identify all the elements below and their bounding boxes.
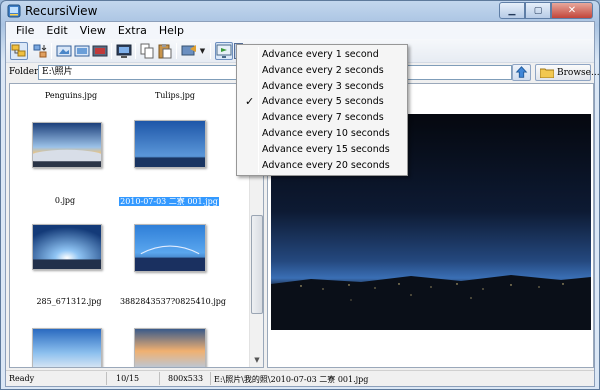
thumbnail-sun-rays (33, 225, 101, 269)
wallpaper-dropdown-arrow[interactable]: ▼ (198, 43, 207, 59)
browse-button[interactable]: Browse... (535, 64, 599, 81)
slideshow-interval-menu: Advance every 1 second Advance every 2 s… (236, 44, 408, 176)
thumbnail-image[interactable] (134, 224, 206, 272)
thumbnail-label-selected[interactable]: 2010-07-03 二寮 001.jpg (114, 196, 224, 207)
menu-help[interactable]: Help (153, 24, 190, 37)
recursiview-logo-icon (7, 4, 21, 18)
folder-label: Folder: (9, 67, 42, 77)
menu-item-advance-5s[interactable]: ✓ Advance every 5 seconds (239, 94, 405, 110)
thumbnail-image[interactable] (32, 122, 102, 168)
title-bar[interactable]: RecursiView ▁ ▢ ✕ (1, 1, 599, 21)
caption-buttons: ▁ ▢ ✕ (499, 2, 593, 20)
status-bar: Ready 10/15 800x533 E:\照片\我的照\2010-07-03… (6, 370, 594, 386)
thumbnail-label[interactable]: Tulips.jpg (120, 91, 230, 100)
paste-icon (158, 44, 172, 59)
copy-icon (140, 43, 154, 59)
menu-item-advance-10s[interactable]: Advance every 10 seconds (239, 126, 405, 142)
menu-view[interactable]: View (74, 24, 112, 37)
menu-file[interactable]: File (10, 24, 40, 37)
previous-image-button[interactable] (56, 43, 72, 59)
thumbnail-clouds-sunset (135, 329, 205, 367)
wallpaper-button[interactable] (181, 43, 197, 59)
toolbar-separator (210, 43, 211, 59)
sort-button[interactable] (32, 43, 48, 59)
thumbnail-pane[interactable]: Penguins.jpg Tulips.jpg 0.jpg 2010-07-03… (9, 83, 264, 368)
next-image-button[interactable] (74, 43, 90, 59)
close-icon: ✕ (567, 5, 577, 16)
minimize-icon: ▁ (508, 5, 516, 16)
minimize-button[interactable]: ▁ (499, 2, 525, 19)
menu-item-advance-3s[interactable]: Advance every 3 seconds (239, 79, 405, 95)
sort-icon (33, 44, 47, 58)
thumbnail-image[interactable] (32, 328, 102, 367)
image-next-icon (74, 45, 90, 57)
slideshow-icon (216, 44, 232, 58)
status-dimensions: 800x533 (168, 374, 204, 383)
maximize-button[interactable]: ▢ (525, 2, 551, 19)
thumbnail-sea-of-clouds (33, 329, 101, 367)
toolbar-separator (135, 43, 136, 59)
menu-item-advance-20s[interactable]: Advance every 20 seconds (239, 158, 405, 174)
copy-button[interactable] (139, 43, 155, 59)
scroll-down-arrow[interactable]: ▼ (250, 353, 263, 367)
thumbnail-label[interactable]: 285_671312.jpg (14, 297, 124, 306)
thumbnail-sunrise-clouds (33, 123, 101, 167)
recursive-view-button[interactable] (10, 42, 28, 60)
status-state: Ready (9, 374, 35, 383)
toolbar-separator (51, 43, 52, 59)
toolbar-separator (176, 43, 177, 59)
image-prev-icon (56, 45, 72, 57)
menu-edit[interactable]: Edit (40, 24, 73, 37)
status-file-path: E:\照片\我的照\2010-07-03 二寮 001.jpg (214, 375, 369, 384)
thumbnail-image[interactable] (134, 120, 206, 168)
menu-extra[interactable]: Extra (112, 24, 153, 37)
scrollbar-thumb[interactable] (251, 215, 263, 314)
thumbnail-label[interactable]: 3882843537?0825410.jpg (118, 297, 228, 306)
menu-item-advance-7s[interactable]: Advance every 7 seconds (239, 110, 405, 126)
recursive-folders-icon (11, 44, 26, 57)
thumbnail-twilight-sky (135, 121, 205, 167)
thumbnail-image[interactable] (32, 224, 102, 270)
menu-item-advance-15s[interactable]: Advance every 15 seconds (239, 142, 405, 158)
thumbnail-label[interactable]: 0.jpg (10, 196, 120, 205)
fullscreen-button[interactable] (92, 43, 108, 59)
close-button[interactable]: ✕ (551, 2, 593, 19)
app-window: RecursiView ▁ ▢ ✕ File Edit View Extra H… (0, 0, 600, 390)
status-position: 10/15 (116, 374, 140, 383)
checkmark-icon: ✓ (245, 95, 255, 109)
status-divider (106, 372, 107, 385)
maximize-icon: ▢ (533, 5, 543, 16)
up-arrow-icon (515, 66, 528, 78)
status-divider (159, 372, 160, 385)
thumbnail-bridge-dusk (135, 225, 205, 271)
monitor-icon (116, 44, 132, 58)
menu-bar: File Edit View Extra Help (6, 22, 594, 39)
fullscreen-icon (92, 45, 108, 57)
window-title: RecursiView (25, 4, 98, 18)
thumbnail-label[interactable]: Penguins.jpg (16, 91, 126, 100)
slide-button[interactable] (116, 43, 132, 59)
status-divider (210, 372, 211, 385)
folder-icon (540, 68, 554, 78)
parent-folder-button[interactable] (512, 64, 531, 81)
browse-button-label: Browse... (557, 68, 600, 78)
menu-item-advance-2s[interactable]: Advance every 2 seconds (239, 63, 405, 79)
selected-thumbnail-label: 2010-07-03 二寮 001.jpg (119, 197, 219, 206)
toolbar-separator (111, 43, 112, 59)
slideshow-button[interactable] (215, 42, 233, 60)
menu-item-advance-1s[interactable]: Advance every 1 second (239, 47, 405, 63)
wallpaper-icon (181, 45, 196, 56)
paste-button[interactable] (157, 43, 173, 59)
thumbnail-image[interactable] (134, 328, 206, 367)
